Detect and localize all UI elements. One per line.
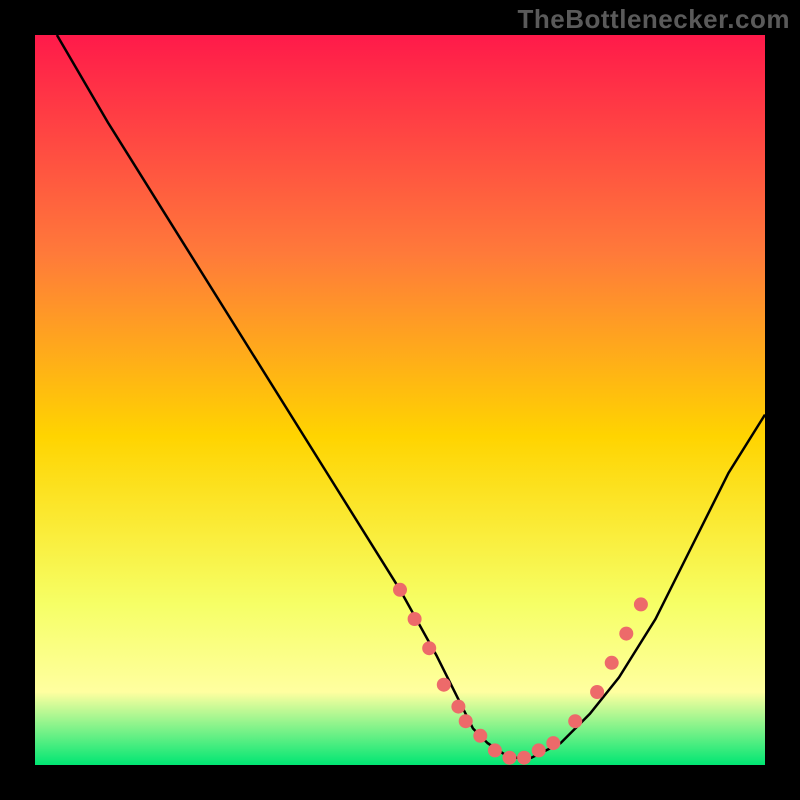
data-marker [590, 685, 604, 699]
data-marker [503, 751, 517, 765]
data-marker [422, 641, 436, 655]
data-marker [437, 678, 451, 692]
data-marker [634, 597, 648, 611]
data-marker [473, 729, 487, 743]
data-marker [532, 743, 546, 757]
data-marker [451, 700, 465, 714]
data-marker [568, 714, 582, 728]
data-marker [408, 612, 422, 626]
plot-area [35, 35, 765, 765]
gradient-background [35, 35, 765, 765]
data-marker [459, 714, 473, 728]
data-marker [546, 736, 560, 750]
data-marker [619, 627, 633, 641]
data-marker [488, 743, 502, 757]
chart-svg [35, 35, 765, 765]
data-marker [605, 656, 619, 670]
data-marker [393, 583, 407, 597]
data-marker [517, 751, 531, 765]
chart-frame: TheBottlenecker.com [0, 0, 800, 800]
watermark-text: TheBottlenecker.com [518, 4, 790, 35]
